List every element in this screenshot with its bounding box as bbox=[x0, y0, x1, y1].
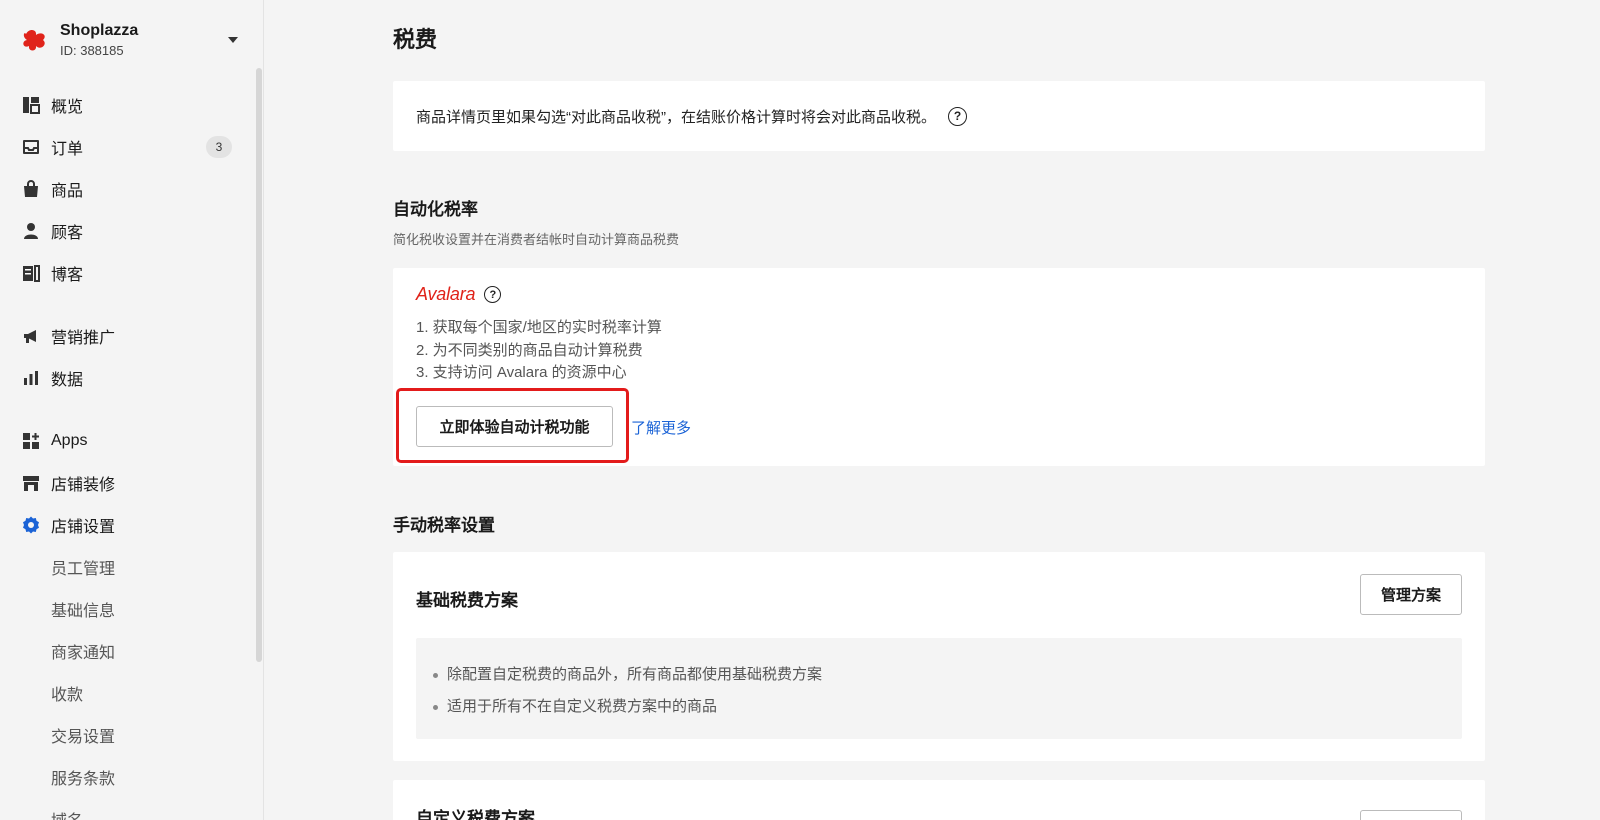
sidebar-nav: 概览 订单 3 商品 顾客 博客 营销推广 数据 Apps 店铺装修 店铺设置 … bbox=[0, 84, 258, 820]
sidebar-item-orders[interactable]: 订单 3 bbox=[0, 126, 258, 168]
page-title: 税费 bbox=[393, 27, 438, 52]
basic-tax-plan-card: 基础税费方案 管理方案 除配置自定税费的商品外，所有商品都使用基础税费方案 适用… bbox=[393, 552, 1485, 761]
sidebar-item-label: 营销推广 bbox=[51, 330, 116, 347]
sidebar-subitem-staff[interactable]: 员工管理 bbox=[0, 546, 258, 588]
learn-more-link[interactable]: 了解更多 bbox=[631, 417, 691, 438]
list-item: 适用于所有不在自定义税费方案中的商品 bbox=[433, 691, 1462, 723]
sidebar-item-label: 概览 bbox=[51, 99, 84, 116]
sidebar: Shoplazza ID: 388185 概览 订单 3 商品 顾客 博客 营销… bbox=[0, 0, 264, 820]
avalara-features: 1. 获取每个国家/地区的实时税率计算 2. 为不同类别的商品自动计算税费 3.… bbox=[416, 317, 662, 385]
sidebar-item-products[interactable]: 商品 bbox=[0, 168, 258, 210]
sidebar-item-label: 数据 bbox=[51, 372, 84, 389]
custom-tax-plan-title: 自定义税费方案 bbox=[416, 809, 535, 820]
tax-notice-text: 商品详情页里如果勾选“对此商品收税”，在结账价格计算时将会对此商品收税。 bbox=[416, 108, 936, 126]
sidebar-item-label: 订单 bbox=[51, 141, 84, 158]
sidebar-subitem-notifications[interactable]: 商家通知 bbox=[0, 630, 258, 672]
help-icon[interactable]: ? bbox=[484, 286, 502, 303]
bar-chart-icon bbox=[22, 369, 40, 387]
sidebar-item-label: 店铺设置 bbox=[51, 519, 116, 536]
auto-tax-title: 自动化税率 bbox=[393, 200, 478, 219]
sidebar-item-label: 商品 bbox=[51, 183, 84, 200]
auto-tax-subtitle: 简化税收设置并在消费者结帐时自动计算商品税费 bbox=[393, 232, 680, 247]
store-name: Shoplazza bbox=[60, 22, 139, 39]
sidebar-subitem-domains[interactable]: 域名 bbox=[0, 798, 258, 820]
blog-icon bbox=[22, 264, 40, 282]
store-id: ID: 388185 bbox=[60, 43, 124, 58]
sidebar-subitem-checkout[interactable]: 交易设置 bbox=[0, 714, 258, 756]
basic-tax-plan-title: 基础税费方案 bbox=[416, 591, 518, 610]
storefront-icon bbox=[22, 474, 40, 492]
sidebar-item-apps[interactable]: Apps bbox=[0, 420, 258, 462]
sidebar-subitem-policies[interactable]: 服务条款 bbox=[0, 756, 258, 798]
sidebar-subitem-payments[interactable]: 收款 bbox=[0, 672, 258, 714]
tax-notice-card: 商品详情页里如果勾选“对此商品收税”，在结账价格计算时将会对此商品收税。 ? bbox=[393, 81, 1485, 151]
sidebar-item-label: 顾客 bbox=[51, 225, 84, 242]
person-icon bbox=[22, 222, 40, 240]
apps-icon bbox=[22, 432, 40, 450]
sidebar-item-label: Apps bbox=[51, 432, 88, 449]
try-auto-tax-button[interactable]: 立即体验自动计税功能 bbox=[416, 406, 613, 447]
gear-icon bbox=[22, 516, 40, 534]
megaphone-icon bbox=[22, 327, 40, 345]
chevron-down-icon[interactable] bbox=[228, 37, 238, 43]
manual-tax-title: 手动税率设置 bbox=[393, 516, 495, 535]
sidebar-subitem-basic-info[interactable]: 基础信息 bbox=[0, 588, 258, 630]
store-switcher[interactable]: Shoplazza ID: 388185 bbox=[20, 16, 240, 64]
basic-plan-info-box: 除配置自定税费的商品外，所有商品都使用基础税费方案 适用于所有不在自定义税费方案… bbox=[416, 638, 1462, 739]
shopping-bag-icon bbox=[22, 180, 40, 198]
custom-plan-button[interactable] bbox=[1360, 810, 1462, 820]
sidebar-item-label: 博客 bbox=[51, 267, 84, 284]
manage-plan-button[interactable]: 管理方案 bbox=[1360, 574, 1462, 615]
sidebar-item-customers[interactable]: 顾客 bbox=[0, 210, 258, 252]
sidebar-item-analytics[interactable]: 数据 bbox=[0, 357, 258, 399]
dashboard-icon bbox=[22, 96, 40, 114]
sidebar-scrollbar[interactable] bbox=[256, 68, 262, 662]
feature-item: 1. 获取每个国家/地区的实时税率计算 bbox=[416, 319, 662, 336]
sidebar-item-label: 店铺装修 bbox=[51, 477, 116, 494]
sidebar-item-marketing[interactable]: 营销推广 bbox=[0, 315, 258, 357]
inbox-icon bbox=[22, 138, 40, 156]
feature-item: 3. 支持访问 Avalara 的资源中心 bbox=[416, 364, 627, 381]
sidebar-item-overview[interactable]: 概览 bbox=[0, 84, 258, 126]
list-item: 除配置自定税费的商品外，所有商品都使用基础税费方案 bbox=[433, 659, 1462, 691]
orders-count-badge: 3 bbox=[206, 136, 232, 158]
help-icon[interactable]: ? bbox=[948, 106, 967, 126]
sidebar-item-blog[interactable]: 博客 bbox=[0, 252, 258, 294]
custom-tax-plan-card: 自定义税费方案 bbox=[393, 780, 1485, 820]
sidebar-item-themes[interactable]: 店铺装修 bbox=[0, 462, 258, 504]
avalara-card: Avalara ? 1. 获取每个国家/地区的实时税率计算 2. 为不同类别的商… bbox=[393, 268, 1485, 466]
feature-item: 2. 为不同类别的商品自动计算税费 bbox=[416, 341, 643, 359]
avalara-logo: Avalara bbox=[416, 284, 476, 304]
shoplazza-logo-icon bbox=[20, 25, 50, 55]
sidebar-item-settings[interactable]: 店铺设置 bbox=[0, 504, 258, 546]
